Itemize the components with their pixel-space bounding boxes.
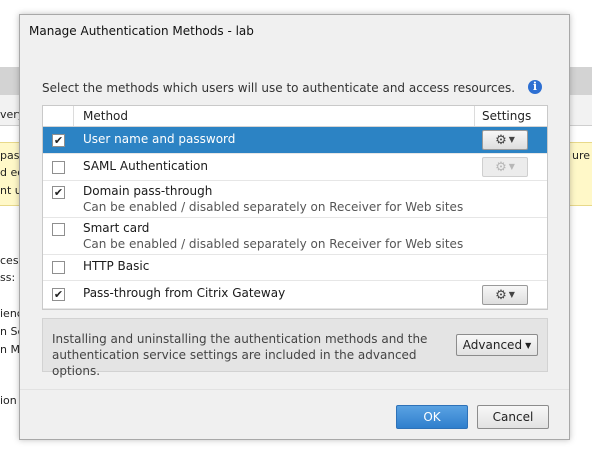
table-header: Method Settings <box>43 106 547 127</box>
column-header-method: Method <box>83 109 129 123</box>
instruction-text: Select the methods which users will use … <box>42 81 516 95</box>
footer-divider <box>20 389 569 390</box>
method-label: HTTP Basic <box>83 259 150 273</box>
bg-fragment: ss: <box>0 271 16 284</box>
column-divider <box>73 106 74 126</box>
method-checkbox[interactable] <box>52 161 65 174</box>
method-label: Smart card <box>83 221 150 235</box>
method-sublabel: Can be enabled / disabled separately on … <box>83 237 464 251</box>
settings-gear-button[interactable]: ⚙ ▼ <box>482 130 528 150</box>
method-checkbox[interactable]: ✔ <box>52 186 65 199</box>
method-row-citrix-gateway[interactable]: ✔ Pass-through from Citrix Gateway ⚙ ▼ <box>43 281 547 309</box>
method-checkbox[interactable]: ✔ <box>52 288 65 301</box>
bg-fragment: ure a <box>572 149 592 162</box>
bg-fragment: pas <box>0 149 20 162</box>
info-icon[interactable]: i <box>528 80 542 94</box>
settings-gear-button-disabled: ⚙ ▼ <box>482 157 528 177</box>
chevron-down-icon: ▼ <box>508 135 515 144</box>
method-row-smart-card[interactable]: Smart card Can be enabled / disabled sep… <box>43 218 547 255</box>
methods-table: Method Settings ✔ User name and password… <box>42 105 548 310</box>
chevron-down-icon: ▼ <box>508 162 515 171</box>
gear-icon: ⚙ <box>495 288 507 303</box>
method-checkbox[interactable]: ✔ <box>52 134 65 147</box>
bg-fragment: ces <box>0 254 19 267</box>
advanced-options-panel: Installing and uninstalling the authenti… <box>42 318 548 378</box>
method-row-saml[interactable]: SAML Authentication ⚙ ▼ <box>43 154 547 181</box>
bg-fragment: n M <box>0 343 20 356</box>
dialog-title: Manage Authentication Methods - lab <box>29 24 254 38</box>
cancel-button[interactable]: Cancel <box>477 405 549 429</box>
manage-authentication-dialog: Manage Authentication Methods - lab Sele… <box>19 14 570 440</box>
column-header-settings: Settings <box>482 109 532 123</box>
method-sublabel: Can be enabled / disabled separately on … <box>83 200 464 214</box>
method-row-http-basic[interactable]: HTTP Basic <box>43 255 547 281</box>
method-label: Domain pass-through <box>83 184 213 198</box>
method-row-username-password[interactable]: ✔ User name and password ⚙ ▼ <box>43 127 547 154</box>
chevron-down-icon: ▼ <box>508 290 515 299</box>
ok-button[interactable]: OK <box>396 405 468 429</box>
gear-icon: ⚙ <box>495 160 507 175</box>
method-checkbox[interactable] <box>52 261 65 274</box>
method-row-domain-pass-through[interactable]: ✔ Domain pass-through Can be enabled / d… <box>43 181 547 218</box>
advanced-button[interactable]: Advanced ▼ <box>456 334 538 356</box>
gear-icon: ⚙ <box>495 133 507 148</box>
method-label: User name and password <box>83 132 236 146</box>
chevron-down-icon: ▼ <box>525 341 532 350</box>
advanced-button-label: Advanced <box>462 338 523 352</box>
method-label: SAML Authentication <box>83 159 208 173</box>
settings-gear-button[interactable]: ⚙ ▼ <box>482 285 528 305</box>
method-checkbox[interactable] <box>52 223 65 236</box>
column-divider <box>474 106 475 126</box>
advanced-description: Installing and uninstalling the authenti… <box>52 332 428 378</box>
method-label: Pass-through from Citrix Gateway <box>83 286 286 300</box>
